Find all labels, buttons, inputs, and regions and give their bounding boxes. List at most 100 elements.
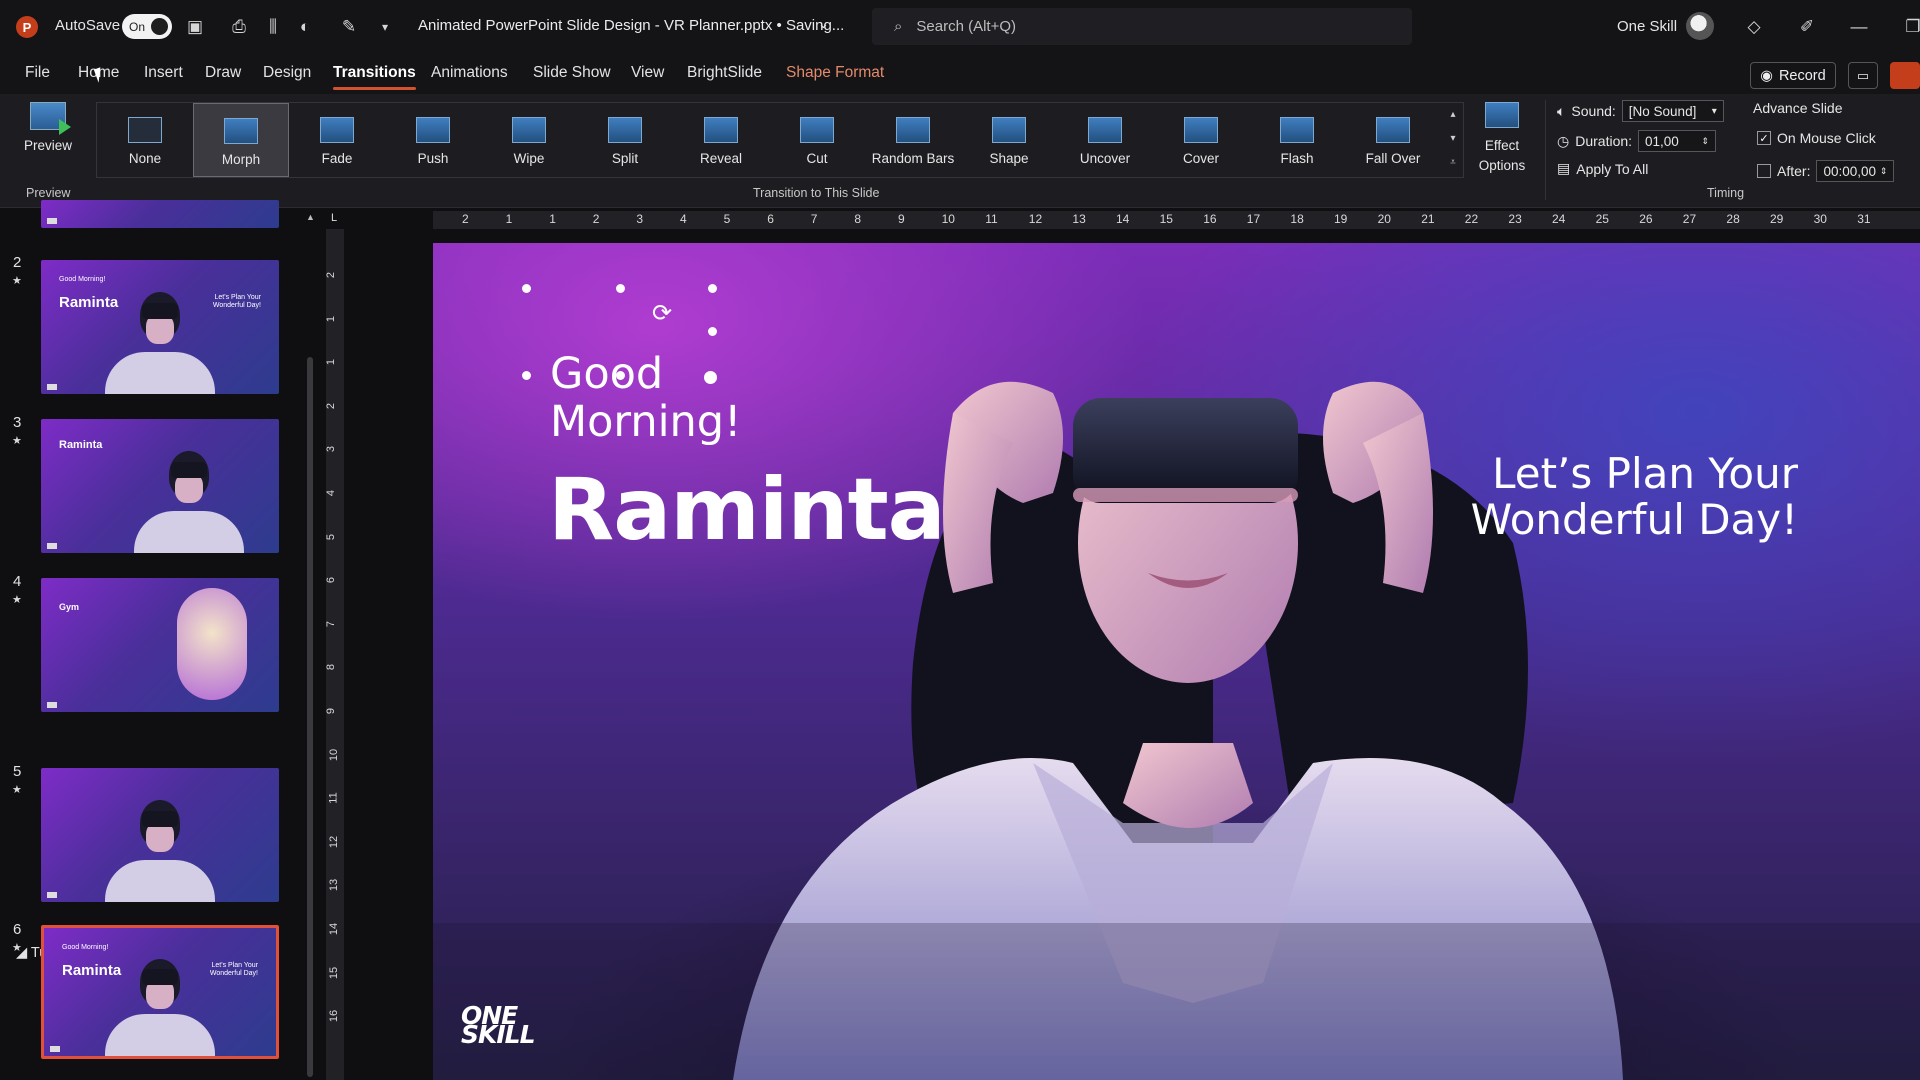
transition-reveal[interactable]: Reveal bbox=[673, 103, 769, 177]
wipe-transition-icon bbox=[512, 117, 546, 143]
transition-label: Split bbox=[611, 151, 639, 166]
print-icon[interactable]: ⎙ bbox=[228, 16, 250, 38]
transition-morph[interactable]: Morph bbox=[193, 103, 289, 177]
avatar[interactable] bbox=[1686, 12, 1714, 40]
transition-push[interactable]: Push bbox=[385, 103, 481, 177]
slide-thumbnail-4[interactable]: Gym bbox=[41, 578, 279, 712]
ruler-tick-label: 4 bbox=[680, 212, 687, 226]
document-title[interactable]: Animated PowerPoint Slide Design - VR Pl… bbox=[418, 17, 844, 34]
transition-label: Shape bbox=[989, 151, 1029, 166]
transition-uncover[interactable]: Uncover bbox=[1057, 103, 1153, 177]
gallery-scroll-down-icon[interactable]: ▾ bbox=[1445, 127, 1461, 149]
shape-fill-icon[interactable]: ◐ bbox=[294, 16, 316, 38]
after-spinner[interactable]: 00:00,00 ⇕ bbox=[1816, 160, 1895, 182]
selection-handle[interactable] bbox=[522, 284, 531, 293]
tab-stop-icon[interactable]: L bbox=[331, 212, 337, 224]
gallery-more-icon[interactable]: ⩡ bbox=[1445, 151, 1461, 173]
transition-cover[interactable]: Cover bbox=[1153, 103, 1249, 177]
spinner-icon: ⇕ bbox=[1879, 165, 1888, 176]
on-mouse-click-checkbox[interactable]: ✓ On Mouse Click bbox=[1757, 130, 1876, 146]
thumbnail-scrollbar[interactable]: ▲ bbox=[306, 212, 315, 1080]
duration-spinner[interactable]: 01,00 ⇕ bbox=[1638, 130, 1717, 152]
search-icon: ⌕ bbox=[894, 18, 903, 35]
record-button[interactable]: ◉ Record bbox=[1750, 62, 1836, 89]
search-placeholder: Search (Alt+Q) bbox=[916, 18, 1017, 35]
sound-dropdown[interactable]: [No Sound] ▾ bbox=[1621, 100, 1724, 122]
align-icon[interactable]: ⫼ bbox=[262, 16, 284, 38]
selection-handle[interactable] bbox=[522, 371, 531, 380]
tab-animations[interactable]: Animations bbox=[431, 64, 508, 82]
slide-thumbnail-5[interactable] bbox=[41, 768, 279, 902]
ruler-tick-label: 3 bbox=[636, 212, 644, 226]
share-button[interactable] bbox=[1890, 62, 1920, 89]
record-icon: ◉ bbox=[1760, 67, 1773, 84]
chevron-down-icon[interactable]: ⌄ bbox=[818, 16, 829, 32]
account-name[interactable]: One Skill bbox=[1617, 18, 1677, 35]
uncover-transition-icon bbox=[1088, 117, 1122, 143]
save-icon[interactable]: ▣ bbox=[184, 16, 206, 38]
tab-transitions[interactable]: Transitions bbox=[333, 64, 416, 90]
clock-icon: ◷ bbox=[1557, 132, 1570, 149]
apply-all-label: Apply To All bbox=[1576, 160, 1649, 177]
tab-file[interactable]: File bbox=[25, 64, 50, 82]
minimize-icon[interactable]: — bbox=[1848, 16, 1870, 38]
transition-split[interactable]: Split bbox=[577, 103, 673, 177]
sound-label: Sound: bbox=[1571, 103, 1616, 119]
search-box[interactable]: ⌕ Search (Alt+Q) bbox=[872, 8, 1412, 45]
selection-handle[interactable] bbox=[708, 284, 717, 293]
duration-row: ◷ Duration: 01,00 ⇕ bbox=[1557, 130, 1717, 152]
tab-design[interactable]: Design bbox=[263, 64, 311, 82]
selection-handle[interactable] bbox=[616, 284, 625, 293]
name-text[interactable]: Raminta bbox=[548, 460, 946, 560]
tab-insert[interactable]: Insert bbox=[144, 64, 183, 82]
vertical-ruler[interactable]: 2 1 1 2 3 4 5 6 7 8 9 10 11 12 13 14 15 16 bbox=[325, 229, 344, 1080]
push-transition-icon bbox=[416, 117, 450, 143]
ruler-tick-label: 10 bbox=[328, 748, 341, 761]
after-checkbox[interactable] bbox=[1757, 164, 1771, 178]
transition-fade[interactable]: Fade bbox=[289, 103, 385, 177]
diamond-icon[interactable]: ◇ bbox=[1743, 16, 1765, 38]
apply-to-all-button[interactable]: ▤ Apply To All bbox=[1557, 160, 1648, 177]
scrollbar-thumb[interactable] bbox=[307, 357, 313, 1077]
ruler-tick-label: 15 bbox=[1159, 212, 1173, 226]
ruler-tick-label: 18 bbox=[1290, 212, 1304, 226]
transition-fall-over[interactable]: Fall Over bbox=[1345, 103, 1441, 177]
ruler-tick-label: 1 bbox=[549, 212, 556, 226]
slide-thumbnail-6-selected[interactable]: Good Morning! Raminta Let's Plan Your Wo… bbox=[41, 925, 279, 1059]
tab-shape-format[interactable]: Shape Format bbox=[786, 64, 884, 82]
sound-value: [No Sound] bbox=[1628, 103, 1697, 119]
tab-slide-show[interactable]: Slide Show bbox=[533, 64, 611, 82]
customize-toolbar-icon[interactable]: ▾ bbox=[374, 16, 396, 38]
slide-thumbnail-1-partial[interactable] bbox=[41, 200, 279, 228]
ruler-tick-label: 8 bbox=[325, 664, 338, 671]
slide-thumbnail-2[interactable]: Good Morning! Raminta Let's Plan Your Wo… bbox=[41, 260, 279, 394]
transition-random-bars[interactable]: Random Bars bbox=[865, 103, 961, 177]
transition-shape[interactable]: Shape bbox=[961, 103, 1057, 177]
slide-number: 4 bbox=[13, 573, 22, 590]
transition-flash[interactable]: Flash bbox=[1249, 103, 1345, 177]
slide-thumbnail-3[interactable]: Raminta bbox=[41, 419, 279, 553]
rotate-handle-icon[interactable]: ⟳ bbox=[652, 299, 672, 328]
preview-button[interactable]: Preview bbox=[18, 102, 78, 174]
thumb-name: Raminta bbox=[62, 962, 122, 979]
scroll-up-icon[interactable]: ▲ bbox=[306, 212, 315, 222]
comments-button[interactable]: ▭ bbox=[1848, 62, 1878, 89]
pen-icon[interactable]: ✐ bbox=[1796, 16, 1818, 38]
tab-view[interactable]: View bbox=[631, 64, 664, 82]
transition-cut[interactable]: Cut bbox=[769, 103, 865, 177]
tagline-text[interactable]: Let’s Plan Your Wonderful Day! bbox=[1468, 451, 1798, 543]
restore-icon[interactable]: ❐ bbox=[1902, 16, 1920, 38]
effect-options-button[interactable]: Effect Options bbox=[1470, 102, 1534, 182]
ruler-tick-label: 1 bbox=[325, 359, 338, 366]
selection-handle[interactable] bbox=[708, 327, 717, 336]
transition-none[interactable]: None bbox=[97, 103, 193, 177]
gallery-scroll-up-icon[interactable]: ▴ bbox=[1445, 103, 1461, 125]
greeting-text[interactable]: Good Morning! bbox=[550, 350, 741, 446]
autosave-toggle[interactable]: On bbox=[122, 14, 172, 39]
slide-thumbnail-pane: 2 ★ Good Morning! Raminta Let's Plan You… bbox=[0, 200, 318, 1080]
horizontal-ruler[interactable]: 2 1 1 2 3 4 5 6 7 8 9 10 11 12 13 14 15 16 17 18 19 20 21 22 23 2… bbox=[433, 211, 1920, 229]
transition-wipe[interactable]: Wipe bbox=[481, 103, 577, 177]
tab-draw[interactable]: Draw bbox=[205, 64, 241, 82]
tab-brightslide[interactable]: BrightSlide bbox=[687, 64, 762, 82]
format-painter-icon[interactable]: ✎ bbox=[338, 16, 360, 38]
